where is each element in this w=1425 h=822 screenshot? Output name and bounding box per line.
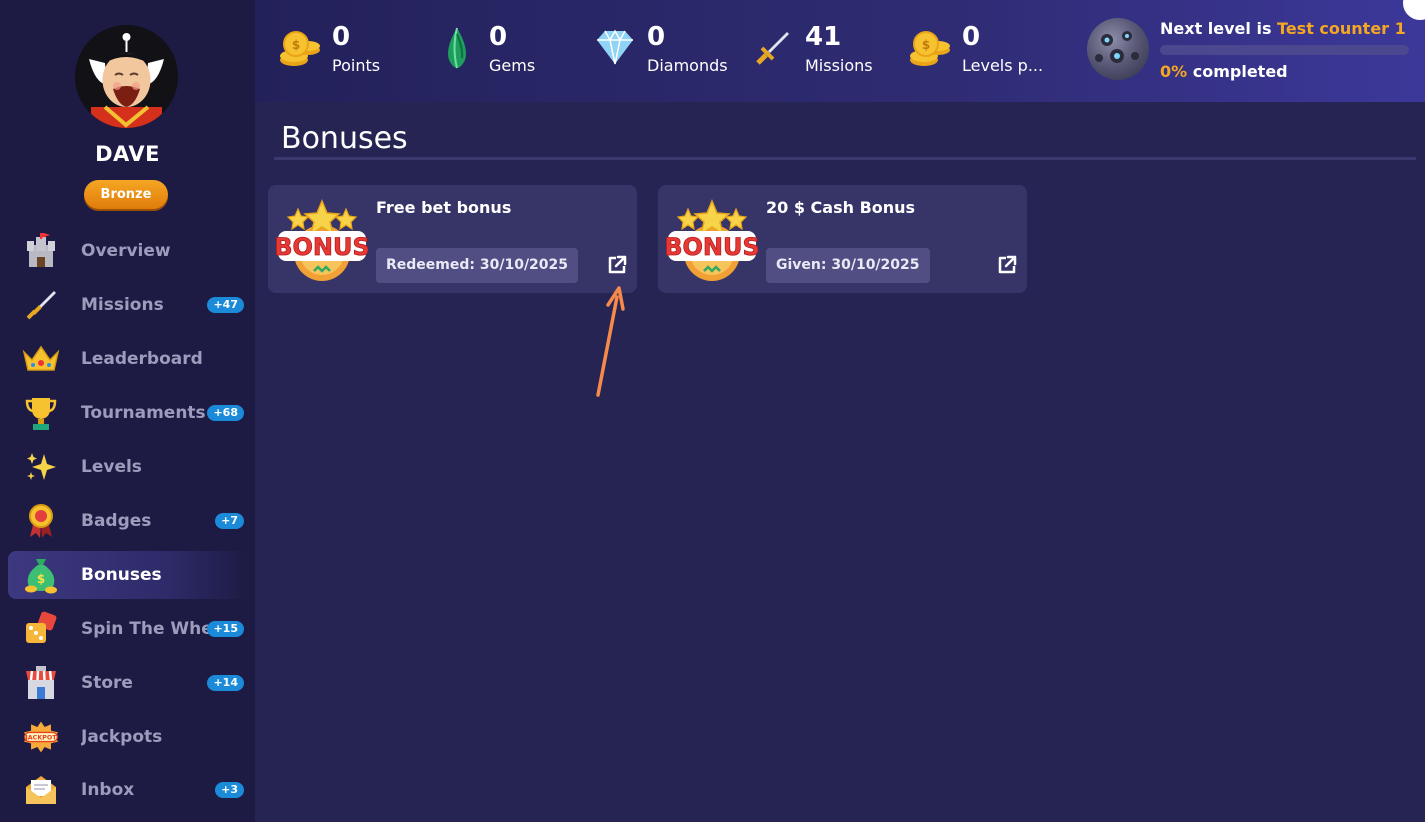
sidebar-item-badges[interactable]: Badges +7: [8, 497, 250, 545]
stat-label: Gems: [489, 56, 536, 75]
external-link-icon[interactable]: [997, 255, 1017, 275]
stat-label: Points: [332, 56, 381, 75]
notification-count-badge: +3: [215, 782, 244, 798]
money-bag-icon: $: [22, 556, 60, 594]
svg-text:JACKPOT: JACKPOT: [24, 735, 57, 742]
level-progress-text: 0% completed: [1160, 62, 1288, 81]
sword-icon: [751, 26, 795, 70]
envelope-icon: [22, 771, 60, 809]
stat-value: 0: [647, 22, 666, 52]
rank-badge: Bronze: [84, 180, 168, 209]
avatar-face-icon: [75, 25, 178, 128]
svg-text:$: $: [37, 572, 45, 586]
notification-count-badge: +7: [215, 513, 244, 529]
sidebar-item-label: Inbox: [81, 780, 135, 800]
sparkles-icon: [22, 448, 60, 486]
castle-icon: [22, 232, 60, 270]
bonus-logo-text: BONUS: [666, 233, 758, 261]
close-button[interactable]: [1403, 0, 1425, 20]
bonus-logo-icon: BONUS: [274, 195, 370, 285]
sidebar-item-missions[interactable]: Missions +47: [8, 281, 250, 329]
sidebar: DAVE Bronze Overview Missions +47 Leader…: [0, 0, 255, 822]
stat-value: 41: [805, 22, 842, 52]
gem-icon: [435, 26, 479, 70]
stat-label: Missions: [805, 56, 873, 75]
sidebar-item-label: Store: [81, 673, 133, 693]
stats-bar: $ 0 Points 0 Gems 0 Diamonds 41 Missions…: [255, 0, 1425, 102]
next-level-name: Test counter 1: [1277, 19, 1406, 38]
sidebar-item-label: Leaderboard: [81, 349, 203, 369]
trophy-icon: [22, 394, 60, 432]
page-title: Bonuses: [281, 121, 408, 156]
sidebar-item-label: Overview: [81, 241, 171, 261]
notification-count-badge: +15: [207, 621, 244, 637]
notification-count-badge: +68: [207, 405, 244, 421]
stat-label: Levels p...: [962, 56, 1044, 75]
bonus-card[interactable]: BONUS Free bet bonus Redeemed: 30/10/202…: [268, 185, 637, 293]
notification-count-badge: +47: [207, 297, 244, 313]
notification-count-badge: +14: [207, 675, 244, 691]
sidebar-item-inbox[interactable]: Inbox +3: [8, 766, 250, 814]
sidebar-item-store[interactable]: Store +14: [8, 659, 250, 707]
sidebar-item-label: Levels: [81, 457, 142, 477]
sidebar-item-label: Tournaments: [81, 403, 206, 423]
stat-label: Diamonds: [647, 56, 728, 75]
sidebar-item-bonuses[interactable]: $ Bonuses: [8, 551, 250, 599]
username: DAVE: [95, 142, 160, 166]
annotation-arrow-icon: [596, 286, 625, 397]
sidebar-item-label: Bonuses: [81, 565, 162, 585]
sidebar-item-label: Badges: [81, 511, 152, 531]
crown-icon: [22, 340, 60, 378]
bonus-logo-icon: BONUS: [664, 195, 760, 285]
progress-completed-label: completed: [1187, 62, 1288, 81]
bonus-status-badge: Given: 30/10/2025: [766, 248, 930, 283]
sidebar-item-levels[interactable]: Levels: [8, 443, 250, 491]
sidebar-item-tournaments[interactable]: Tournaments +68: [8, 389, 250, 437]
jackpot-icon: JACKPOT: [22, 718, 60, 756]
sidebar-item-label: Missions: [81, 295, 164, 315]
sidebar-item-label: Spin The Wheel: [81, 619, 211, 639]
sidebar-item-label: Jackpots: [81, 727, 163, 747]
divider: [274, 157, 1416, 160]
next-level-prefix: Next level is: [1160, 19, 1278, 38]
store-icon: [22, 664, 60, 702]
bonus-logo-text: BONUS: [276, 233, 368, 261]
coins-icon: $: [908, 26, 952, 70]
level-progress-bar: [1160, 45, 1409, 55]
next-level-text: Next level is Test counter 1: [1160, 19, 1406, 38]
dice-icon: [22, 610, 60, 648]
stat-value: 0: [489, 22, 508, 52]
sidebar-item-leaderboard[interactable]: Leaderboard: [8, 335, 250, 383]
stat-value: 0: [962, 22, 981, 52]
sidebar-item-spin-the-wheel[interactable]: Spin The Wheel +15: [8, 605, 250, 653]
svg-text:$: $: [922, 38, 930, 52]
sidebar-item-jackpots[interactable]: JACKPOT Jackpots: [8, 713, 250, 761]
svg-text:$: $: [292, 38, 300, 52]
stat-value: 0: [332, 22, 351, 52]
external-link-icon[interactable]: [607, 255, 627, 275]
medal-icon: [22, 502, 60, 540]
level-orb-icon[interactable]: [1087, 18, 1149, 80]
bonus-card[interactable]: BONUS 20 $ Cash Bonus Given: 30/10/2025: [658, 185, 1027, 293]
diamond-icon: [593, 26, 637, 70]
sidebar-item-overview[interactable]: Overview: [8, 227, 250, 275]
sword-icon: [22, 286, 60, 324]
bonus-title: 20 $ Cash Bonus: [766, 198, 916, 217]
avatar[interactable]: [75, 25, 178, 128]
progress-percent: 0%: [1160, 62, 1188, 81]
bonus-title: Free bet bonus: [376, 198, 512, 217]
bonus-status-badge: Redeemed: 30/10/2025: [376, 248, 579, 283]
coins-icon: $: [278, 26, 322, 70]
